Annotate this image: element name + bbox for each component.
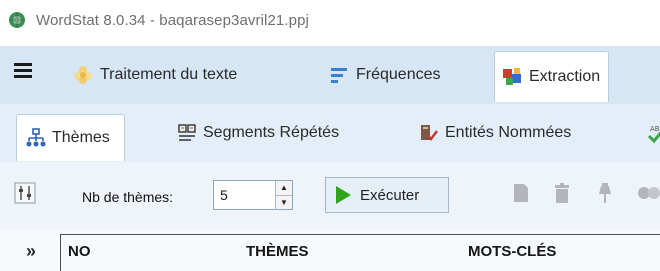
run-button-label: Exécuter <box>360 186 420 204</box>
tab-label: Fréquences <box>356 66 441 83</box>
extraction-subtabs: Thèmes Segments Répétés Entités Nommées … <box>0 104 660 163</box>
colored-blocks-icon <box>503 68 521 85</box>
ribbon-bar: Traitement du texte Fréquences Extractio… <box>0 46 660 105</box>
pin-icon[interactable] <box>596 181 614 205</box>
title-bar: WordStat 8.0.34 - baqarasep3avril21.ppj <box>0 0 660 46</box>
expand-panel-icon[interactable]: » <box>26 241 36 262</box>
spin-buttons[interactable]: ▲ ▼ <box>275 181 292 209</box>
tab-frequences[interactable]: Fréquences <box>328 60 441 90</box>
subtab-label: Thèmes <box>52 129 110 146</box>
header-top-border <box>60 234 660 235</box>
play-icon <box>336 186 351 204</box>
hierarchy-icon <box>26 128 46 147</box>
subtab-label: Segments Répétés <box>203 124 340 141</box>
run-button[interactable]: Exécuter <box>325 177 449 213</box>
entity-check-icon <box>421 125 438 141</box>
segments-icon <box>178 124 196 141</box>
tab-label: Traitement du texte <box>100 66 238 83</box>
frequency-lines-icon <box>331 68 347 83</box>
wordstat-logo-icon <box>9 12 25 28</box>
flower-icon <box>74 66 92 84</box>
tab-extraction[interactable]: Extraction <box>494 51 610 102</box>
nb-themes-value[interactable]: 5 <box>214 187 275 203</box>
delete-icon[interactable] <box>553 181 571 205</box>
header-divider <box>60 234 61 271</box>
column-header-themes[interactable]: THÈMES <box>246 243 309 260</box>
nb-themes-label: Nb de thèmes: <box>82 189 174 205</box>
column-header-mots-cles[interactable]: MOTS-CLÉS <box>468 243 556 260</box>
tab-traitement-du-texte[interactable]: Traitement du texte <box>72 60 237 90</box>
column-header-no[interactable]: NO <box>68 243 91 260</box>
spin-down-icon[interactable]: ▼ <box>276 196 292 210</box>
sliders-settings-icon[interactable] <box>14 182 36 204</box>
subtab-label: Entités Nommées <box>445 124 572 141</box>
hamburger-menu-icon[interactable] <box>14 63 32 79</box>
spin-up-icon[interactable]: ▲ <box>276 181 292 196</box>
subtab-entites-nommees[interactable]: Entités Nommées <box>418 120 571 146</box>
nb-themes-stepper[interactable]: 5 ▲ ▼ <box>213 180 293 210</box>
svg-text:AB: AB <box>650 125 660 133</box>
themes-toolbar: Nb de thèmes: 5 ▲ ▼ Exécuter <box>0 162 660 230</box>
merge-icon[interactable] <box>636 181 660 205</box>
themes-table-header: » NO THÈMES MOTS-CLÉS <box>0 230 660 271</box>
subtab-segments-repetes[interactable]: Segments Répétés <box>176 120 339 146</box>
edit-theme-icon[interactable] <box>512 181 530 205</box>
tab-label: Extraction <box>529 68 601 85</box>
subtab-themes[interactable]: Thèmes <box>16 114 125 161</box>
window-title: WordStat 8.0.34 - baqarasep3avril21.ppj <box>36 12 309 29</box>
partial-tab-icon[interactable]: AB <box>647 124 660 146</box>
